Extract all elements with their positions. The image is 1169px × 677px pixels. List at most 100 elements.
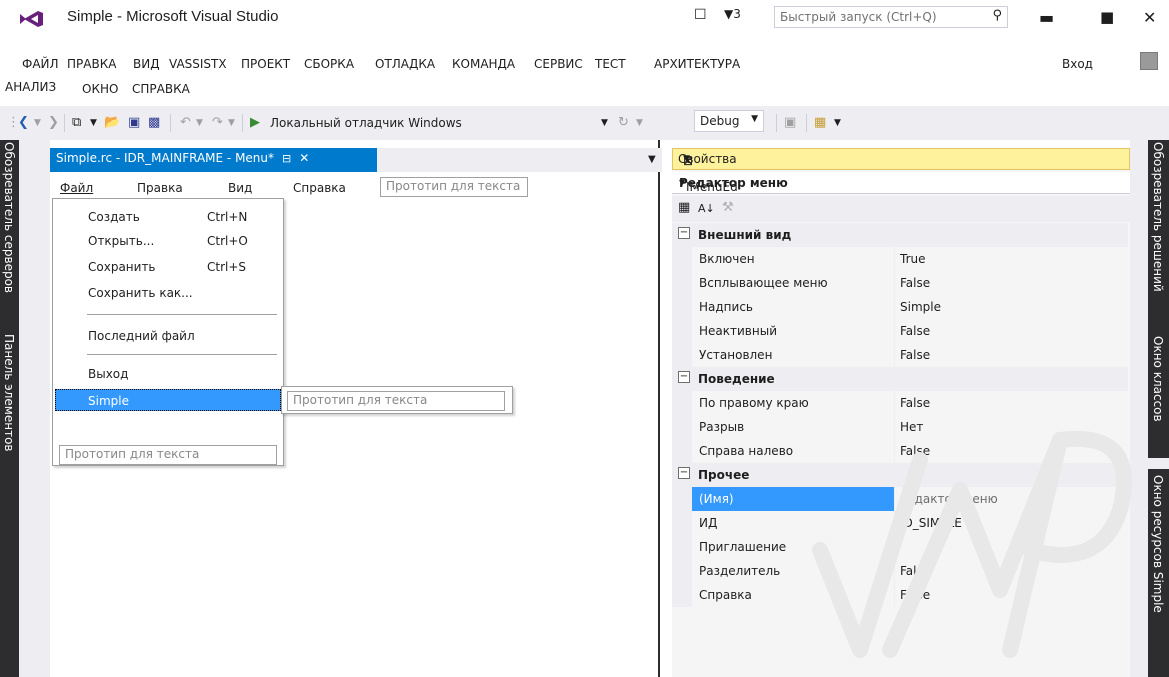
toolbar-overflow-icon[interactable]: ▼: [834, 118, 841, 128]
notifications-button[interactable]: ▼3: [724, 7, 741, 21]
column-divider: [894, 415, 895, 439]
property-value[interactable]: False: [900, 348, 930, 362]
menu-editor-item-help[interactable]: Справка: [293, 181, 346, 195]
menu-item-recent-file[interactable]: Последний файл: [53, 325, 283, 347]
property-row[interactable]: Разделитель False: [672, 559, 1128, 583]
category-misc[interactable]: − Прочее: [672, 463, 1128, 487]
category-appearance[interactable]: − Внешний вид: [672, 223, 1128, 247]
close-button[interactable]: ✕: [1143, 8, 1156, 27]
open-file-icon[interactable]: 📂: [104, 115, 120, 130]
property-value[interactable]: False: [900, 444, 930, 458]
menu-item-save-as[interactable]: Сохранить как...: [53, 282, 283, 304]
resource-view-tab[interactable]: Окно ресурсов Simple: [1148, 469, 1169, 677]
menu-item-label: Сохранить как...: [88, 286, 193, 300]
sign-in-link[interactable]: Вход: [1062, 57, 1093, 71]
categorized-icon[interactable]: ▦: [678, 200, 690, 215]
forward-icon[interactable]: ❯: [48, 115, 59, 130]
collapse-icon[interactable]: −: [678, 467, 690, 479]
property-value[interactable]: False: [900, 588, 930, 602]
document-tab-bar: Simple.rc - IDR_MAINFRAME - Menu* ⊟ ✕ ▼: [50, 148, 662, 172]
menu-editor-item-file[interactable]: Файл: [60, 181, 93, 195]
save-all-icon[interactable]: ▩: [148, 115, 160, 130]
close-panel-icon[interactable]: ✕: [683, 154, 693, 168]
redo-dropdown-icon[interactable]: ▼: [228, 118, 235, 128]
property-row[interactable]: Справа налево False: [672, 439, 1128, 463]
menu-item-open[interactable]: Открыть... Ctrl+O: [53, 230, 283, 252]
quick-launch-input[interactable]: Быстрый запуск (Ctrl+Q) ⚲: [774, 6, 1008, 28]
property-pages-icon[interactable]: ⚒: [722, 200, 734, 215]
new-project-icon[interactable]: ⧉: [72, 115, 81, 130]
property-description-area: [672, 613, 1128, 677]
menu-item-label: Сохранить: [88, 260, 156, 274]
close-tab-icon[interactable]: ✕: [299, 151, 309, 165]
document-tab-simple-rc[interactable]: Simple.rc - IDR_MAINFRAME - Menu* ⊟ ✕: [50, 148, 377, 172]
tab-list-dropdown-icon[interactable]: ▼: [648, 154, 656, 165]
property-row[interactable]: Разрыв Нет: [672, 415, 1128, 439]
class-view-tab[interactable]: Окно классов: [1148, 330, 1169, 458]
property-value[interactable]: False: [900, 564, 930, 578]
column-divider: [894, 295, 895, 319]
property-value[interactable]: True: [900, 252, 926, 266]
property-value[interactable]: Simple: [900, 300, 941, 314]
property-row[interactable]: Неактивный False: [672, 319, 1128, 343]
toolbar-separator: [170, 114, 171, 132]
user-avatar-icon[interactable]: [1140, 52, 1158, 70]
solution-explorer-tab[interactable]: Обозреватель решений: [1148, 140, 1169, 330]
undo-icon[interactable]: ↶: [180, 115, 191, 130]
row-gutter: [672, 319, 692, 343]
redo-icon[interactable]: ↷: [212, 115, 223, 130]
toolbox-tab[interactable]: Панель элементов: [0, 330, 19, 677]
property-value[interactable]: False: [900, 324, 930, 338]
minimize-button[interactable]: ▬: [1039, 8, 1054, 27]
menu-bar-prototype-input[interactable]: Прототип для текста: [380, 177, 528, 197]
filter-icon: ▼: [724, 7, 734, 21]
menu-item-simple[interactable]: Simple: [55, 389, 281, 411]
back-dropdown-icon[interactable]: ▼: [34, 118, 41, 128]
property-row[interactable]: По правому краю False: [672, 391, 1128, 415]
new-project-dropdown-icon[interactable]: ▼: [90, 118, 97, 128]
alphabetical-icon[interactable]: A↓: [698, 202, 715, 215]
category-behavior[interactable]: − Поведение: [672, 367, 1128, 391]
property-row[interactable]: Надпись Simple: [672, 295, 1128, 319]
submenu-prototype-input[interactable]: Прототип для текста: [287, 391, 505, 411]
debugger-target-button[interactable]: Локальный отладчик Windows: [270, 116, 462, 130]
property-row[interactable]: ИД ID_SIMPLE: [672, 511, 1128, 535]
property-value[interactable]: ID_SIMPLE: [900, 516, 962, 530]
menu-item-exit[interactable]: Выход: [53, 363, 283, 385]
feedback-icon[interactable]: ☐: [694, 7, 707, 23]
refresh-dropdown-icon[interactable]: ▼: [636, 118, 643, 128]
start-debugging-icon[interactable]: ▶: [250, 115, 260, 130]
window-icon[interactable]: ▣: [784, 115, 796, 130]
pin-icon[interactable]: ⊟: [282, 152, 291, 165]
save-icon[interactable]: ▣: [128, 115, 140, 130]
collapse-icon[interactable]: −: [678, 227, 690, 239]
menu-editor-bar: Файл Правка Вид Справка Прототип для тек…: [50, 175, 660, 197]
undo-dropdown-icon[interactable]: ▼: [196, 118, 203, 128]
property-value[interactable]: Нет: [900, 420, 923, 434]
property-row[interactable]: (Имя) Редактор меню: [672, 487, 1128, 511]
property-row[interactable]: Установлен False: [672, 343, 1128, 367]
dropdown-prototype-input[interactable]: Прототип для текста: [59, 445, 277, 465]
maximize-button[interactable]: ■: [1100, 8, 1114, 26]
debugger-dropdown-icon[interactable]: ▼: [601, 118, 608, 128]
server-explorer-tab[interactable]: Обозреватель серверов: [0, 140, 19, 330]
column-divider: [894, 319, 895, 343]
menu-separator: [87, 314, 277, 315]
find-in-files-icon[interactable]: ▦: [814, 115, 826, 130]
property-value[interactable]: False: [900, 396, 930, 410]
menu-item-new[interactable]: Создать Ctrl+N: [53, 206, 283, 228]
refresh-icon[interactable]: ↻: [618, 115, 629, 130]
properties-object-selector[interactable]: Редактор меню IMenuEd ▼: [672, 172, 1130, 194]
menu-editor-item-edit[interactable]: Правка: [137, 181, 183, 195]
menu-editor-item-view[interactable]: Вид: [228, 181, 252, 195]
property-name: Справа налево: [699, 444, 794, 458]
property-row[interactable]: Справка False: [672, 583, 1128, 607]
solution-configuration-select[interactable]: Debug ▼: [694, 110, 764, 132]
property-row[interactable]: Приглашение: [672, 535, 1128, 559]
collapse-icon[interactable]: −: [678, 371, 690, 383]
property-row[interactable]: Включен True: [672, 247, 1128, 271]
property-row[interactable]: Всплывающее меню False: [672, 271, 1128, 295]
back-icon[interactable]: ❮: [18, 115, 29, 130]
property-value[interactable]: False: [900, 276, 930, 290]
menu-item-save[interactable]: Сохранить Ctrl+S: [53, 256, 283, 278]
